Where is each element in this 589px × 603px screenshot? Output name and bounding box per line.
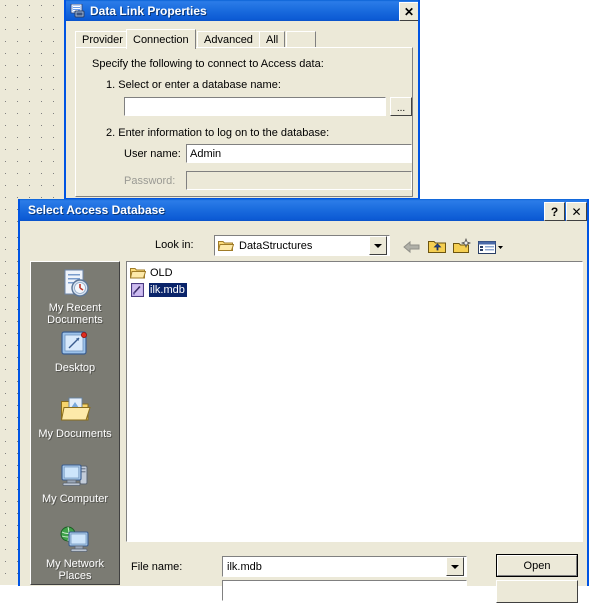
up-one-level-button[interactable] bbox=[426, 237, 448, 257]
my-computer-icon bbox=[59, 459, 91, 491]
data-link-properties-tabstrip: Provider Connection Advanced All bbox=[75, 29, 413, 49]
file-name-combobox[interactable]: ilk.mdb bbox=[222, 556, 467, 577]
step2-label: 2. Enter information to log on to the da… bbox=[106, 127, 330, 139]
my-documents-icon bbox=[59, 394, 91, 426]
place-my-recent-documents[interactable]: My Recent Documents bbox=[31, 268, 119, 326]
place-label: My Network Places bbox=[45, 558, 105, 582]
list-item-label: OLD bbox=[150, 267, 173, 279]
place-label: Desktop bbox=[54, 362, 96, 374]
tab-advanced[interactable]: Advanced bbox=[197, 31, 260, 48]
help-icon[interactable]: ? bbox=[544, 202, 565, 221]
folder-icon bbox=[129, 266, 147, 280]
list-item[interactable]: ilk.mdb bbox=[130, 282, 187, 298]
file-name-value: ilk.mdb bbox=[227, 560, 262, 573]
file-list[interactable]: OLD ilk.mdb bbox=[126, 261, 583, 542]
browse-button[interactable]: ... bbox=[390, 97, 412, 116]
cancel-button[interactable] bbox=[496, 580, 578, 603]
desktop-icon bbox=[59, 328, 91, 360]
places-bar: My Recent Documents Desktop My Documents bbox=[30, 261, 120, 585]
select-access-database-titlebar[interactable]: Select Access Database ? ✕ bbox=[20, 199, 587, 221]
look-in-combobox[interactable]: DataStructures bbox=[214, 235, 390, 256]
place-desktop[interactable]: Desktop bbox=[31, 328, 119, 374]
password-input bbox=[186, 171, 412, 190]
open-button[interactable]: Open bbox=[496, 554, 578, 577]
files-of-type-combobox[interactable] bbox=[222, 580, 467, 601]
user-name-value: Admin bbox=[190, 147, 222, 160]
form-designer-grid bbox=[0, 0, 66, 232]
look-in-value: DataStructures bbox=[239, 239, 313, 252]
select-access-database-title: Select Access Database bbox=[28, 203, 165, 217]
create-new-folder-button[interactable] bbox=[451, 237, 473, 257]
place-my-network-places[interactable]: My Network Places bbox=[31, 524, 119, 582]
views-button[interactable] bbox=[476, 237, 504, 257]
place-my-documents[interactable]: My Documents bbox=[31, 394, 119, 440]
recent-documents-icon bbox=[59, 268, 91, 300]
close-icon[interactable]: ✕ bbox=[566, 202, 587, 221]
data-link-icon bbox=[70, 3, 86, 18]
close-icon[interactable]: ✕ bbox=[399, 2, 418, 21]
place-label: My Recent Documents bbox=[47, 302, 103, 326]
user-name-input[interactable]: Admin bbox=[186, 144, 412, 163]
connection-intro-text: Specify the following to connect to Acce… bbox=[92, 58, 324, 70]
back-button[interactable] bbox=[401, 237, 423, 257]
place-my-computer[interactable]: My Computer bbox=[31, 459, 119, 505]
file-name-label: File name: bbox=[131, 561, 183, 573]
network-places-icon bbox=[59, 524, 91, 556]
data-link-properties-titlebar[interactable]: Data Link Properties ✕ bbox=[66, 0, 418, 21]
data-link-properties-title: Data Link Properties bbox=[90, 3, 207, 18]
database-name-input[interactable] bbox=[124, 97, 386, 116]
open-button-label: Open bbox=[497, 555, 577, 576]
user-name-label: User name: bbox=[124, 148, 181, 160]
look-in-label: Look in: bbox=[155, 239, 194, 251]
tabstrip-filler bbox=[286, 31, 316, 48]
connection-tab-panel: Specify the following to connect to Acce… bbox=[75, 47, 413, 197]
access-database-icon bbox=[130, 283, 146, 297]
chevron-down-icon[interactable] bbox=[446, 557, 464, 576]
list-item-label: ilk.mdb bbox=[149, 283, 187, 297]
data-link-properties-window: Data Link Properties ✕ Provider Connecti… bbox=[64, 0, 420, 200]
chevron-down-icon[interactable] bbox=[369, 236, 387, 255]
tab-connection[interactable]: Connection bbox=[126, 29, 196, 49]
list-item[interactable]: OLD bbox=[129, 265, 175, 281]
tab-provider[interactable]: Provider bbox=[75, 31, 130, 48]
place-label: My Computer bbox=[41, 493, 109, 505]
place-label: My Documents bbox=[38, 428, 112, 440]
tab-all[interactable]: All bbox=[259, 31, 286, 48]
step1-label: 1. Select or enter a database name: bbox=[106, 79, 281, 91]
folder-icon bbox=[217, 239, 235, 252]
password-label: Password: bbox=[124, 175, 176, 187]
